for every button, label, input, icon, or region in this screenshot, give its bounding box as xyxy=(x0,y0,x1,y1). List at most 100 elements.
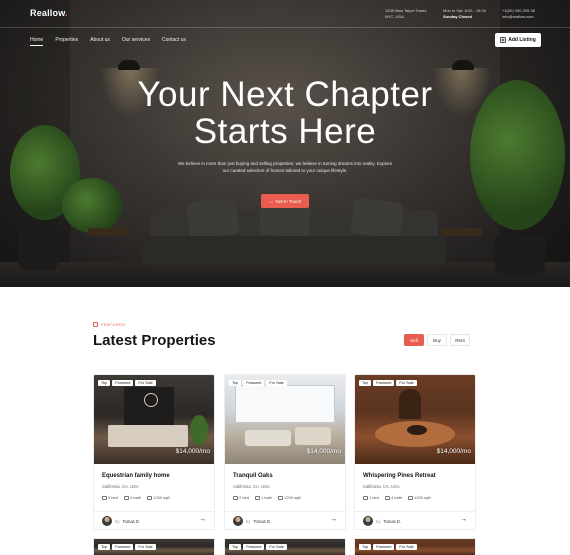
baths-value: 1 bath xyxy=(261,495,273,500)
property-card[interactable]: Top Featured For Sale xyxy=(224,538,346,555)
card-title[interactable]: Equestrian family home xyxy=(102,473,170,479)
tag-featured: Featured xyxy=(243,380,265,386)
card-agent[interactable]: by Tomas D. xyxy=(102,516,140,526)
property-card[interactable]: Top Featured For Sale xyxy=(93,538,215,555)
beds-feature: 1 bed xyxy=(363,495,379,500)
baths-value: 4 bath xyxy=(391,495,403,500)
avatar xyxy=(233,516,243,526)
arrow-right-icon[interactable]: → xyxy=(460,516,467,523)
page: Reallow. 1205 New Taipei Tower, NYC, USA… xyxy=(0,0,570,555)
card-features: 1 bed 4 bath 1200 sqft xyxy=(363,495,431,500)
card-tags: Top Featured For Sale xyxy=(98,380,156,386)
contact-info: +1(00) 000 209 38 info@reallow.com xyxy=(502,8,535,20)
agent-name: Tomas D. xyxy=(383,518,402,524)
armchair xyxy=(295,427,331,445)
property-filter-tabs: Sell Buy Rent xyxy=(404,334,470,346)
tag-top: Top xyxy=(98,544,111,550)
bath-icon xyxy=(255,495,261,500)
property-card[interactable]: Top Featured For Sale $14,000/mo Tranqui… xyxy=(224,374,346,530)
lamp-left xyxy=(118,60,140,70)
filter-tab-sell[interactable]: Sell xyxy=(404,334,424,346)
tag-top: Top xyxy=(359,380,372,386)
by-label: by xyxy=(376,518,381,524)
card-price: $14,000/mo xyxy=(436,448,471,455)
card-features: 3 bed 4 bath 1200 sqft xyxy=(102,495,170,500)
tag-featured: Featured xyxy=(373,544,395,550)
card-title[interactable]: Tranquil Oaks xyxy=(233,473,273,479)
logo-dot: . xyxy=(65,8,68,18)
plant-left-small xyxy=(62,178,122,233)
card-features: 2 bed 1 bath 1200 sqft xyxy=(233,495,301,500)
card-agent[interactable]: by Tomas D. xyxy=(233,516,271,526)
tag-for-sale: For Sale xyxy=(266,544,287,550)
card-tags: Top Featured For Sale xyxy=(229,380,287,386)
tag-featured: Featured xyxy=(112,544,134,550)
bed-icon xyxy=(102,495,107,500)
card-tags: Top Featured For Sale xyxy=(229,544,287,550)
pot-left xyxy=(18,220,58,270)
card-divider xyxy=(94,511,214,512)
nav-item-about[interactable]: About us xyxy=(90,37,110,46)
bath-icon xyxy=(385,495,391,500)
add-listing-label: Add Listing xyxy=(508,37,536,43)
filter-tab-rent[interactable]: Rent xyxy=(450,334,470,346)
card-agent[interactable]: by Tomas D. xyxy=(363,516,401,526)
get-in-touch-button[interactable]: → Get In Touch xyxy=(261,194,309,208)
tag-featured: Featured xyxy=(373,380,395,386)
card-title[interactable]: Whispering Pines Retreat xyxy=(363,473,436,479)
hours-info: Mon to Sat: 8:00 - 18:00 Sunday Closed xyxy=(443,8,486,20)
arrow-right-icon[interactable]: → xyxy=(330,516,337,523)
card-tags: Top Featured For Sale xyxy=(98,544,156,550)
wall-clock xyxy=(144,393,158,407)
baths-feature: 1 bath xyxy=(255,495,272,500)
email-link[interactable]: info@reallow.com xyxy=(502,14,535,20)
card-location: California, CA, USA xyxy=(102,484,139,489)
card-location: California, CA, USA xyxy=(363,484,400,489)
get-in-touch-label: Get In Touch xyxy=(275,198,301,204)
sofa-seat xyxy=(142,236,446,266)
card-location: California, CA, USA xyxy=(233,484,270,489)
nav-item-home[interactable]: Home xyxy=(30,37,44,46)
logo[interactable]: Reallow. xyxy=(30,8,68,18)
card-price: $14,000/mo xyxy=(306,448,341,455)
card-divider xyxy=(355,511,475,512)
coffee-table xyxy=(407,425,427,435)
nav-item-services[interactable]: Our services xyxy=(122,37,150,46)
nav-item-properties[interactable]: Properties xyxy=(55,37,78,46)
beds-value: 3 bed xyxy=(108,495,119,500)
topbar-divider xyxy=(0,27,570,28)
tag-for-sale: For Sale xyxy=(396,544,417,550)
hero-section: Reallow. 1205 New Taipei Tower, NYC, USA… xyxy=(0,0,570,287)
hours-line: Sunday Closed xyxy=(443,14,472,19)
side-table-right xyxy=(442,228,482,236)
lamp-right xyxy=(452,60,474,70)
property-card[interactable]: Top Featured For Sale $14,000/mo Whisper… xyxy=(354,374,476,530)
eyebrow-label: FEATURED xyxy=(101,322,126,327)
card-divider xyxy=(225,511,345,512)
windows xyxy=(235,385,335,423)
add-listing-button[interactable]: Add Listing xyxy=(495,33,541,47)
tag-featured: Featured xyxy=(243,544,265,550)
arrow-right-icon[interactable]: → xyxy=(199,516,206,523)
area-feature: 1200 sqft xyxy=(278,495,301,500)
section-eyebrow: FEATURED xyxy=(93,322,125,327)
area-feature: 1200 sqft xyxy=(147,495,170,500)
nav-item-contact[interactable]: Contact us xyxy=(162,37,186,46)
filter-tab-buy[interactable]: Buy xyxy=(427,334,447,346)
side-table-left xyxy=(88,228,128,236)
card-tags: Top Featured For Sale xyxy=(359,380,417,386)
agent-name: Tomas D. xyxy=(122,518,141,524)
area-value: 1200 sqft xyxy=(414,495,431,500)
property-card[interactable]: Top Featured For Sale xyxy=(354,538,476,555)
tag-top: Top xyxy=(98,380,111,386)
by-label: by xyxy=(246,518,251,524)
property-card[interactable]: Top Featured For Sale $14,000/mo Equestr… xyxy=(93,374,215,530)
hero-title-line: Your Next Chapter xyxy=(137,75,433,114)
hero-title: Your Next Chapter Starts Here xyxy=(0,76,570,150)
featured-icon xyxy=(93,322,98,327)
beds-feature: 2 bed xyxy=(233,495,249,500)
avatar xyxy=(102,516,112,526)
baths-value: 4 bath xyxy=(130,495,142,500)
tag-top: Top xyxy=(359,544,372,550)
hero-title-line: Starts Here xyxy=(193,112,377,151)
